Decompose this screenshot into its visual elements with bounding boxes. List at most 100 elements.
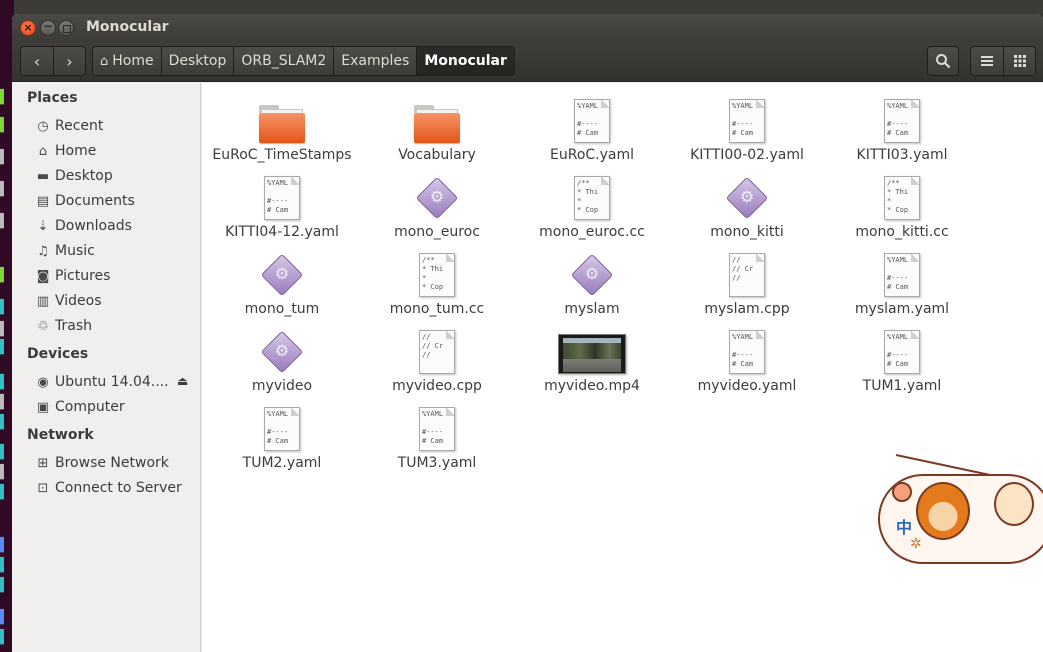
terminal-text-fragment: ▌ (0, 610, 8, 625)
minimize-window-button[interactable]: − (40, 20, 56, 36)
back-button[interactable]: ‹ (21, 47, 53, 75)
list-view-button[interactable] (971, 47, 1003, 75)
terminal-text-fragment: ▌ (0, 90, 8, 105)
sidebar-item-label: Videos (55, 293, 102, 309)
file-item[interactable]: %YAML #---- # Cam TUM3.yaml (362, 403, 512, 471)
yaml-file-icon: %YAML #---- # Cam (574, 99, 610, 143)
file-item[interactable]: ⚙ myvideo (207, 326, 357, 394)
sidebar-item-pictures[interactable]: ◙ Pictures (35, 265, 111, 287)
file-item[interactable]: %YAML #---- # Cam myslam.yaml (827, 249, 977, 317)
file-item[interactable]: %YAML #---- # Cam EuRoC.yaml (517, 95, 667, 163)
close-window-button[interactable]: × (20, 20, 36, 36)
file-item[interactable]: // // Cr // myvideo.cpp (362, 326, 512, 394)
terminal-text-fragment: ▌ (0, 465, 8, 480)
title-bar: × − Monocular (12, 14, 1043, 42)
computer-icon: ▣ (36, 399, 50, 415)
sidebar-item-ubuntu-disk[interactable]: ◉ Ubuntu 14.04.... (35, 371, 169, 393)
terminal-text-fragment: ▌ (0, 578, 8, 593)
network-heading: Network (27, 427, 94, 443)
terminal-text-fragment: ▌ (0, 322, 8, 337)
sidebar-item-trash[interactable]: ♲ Trash (35, 315, 92, 337)
sidebar-item-label: Downloads (55, 218, 132, 234)
file-name: TUM3.yaml (397, 455, 477, 471)
sun-icon: ✲ (910, 536, 922, 552)
breadcrumb-label: Home (112, 53, 154, 69)
sidebar-item-computer[interactable]: ▣ Computer (35, 396, 125, 418)
places-heading: Places (27, 90, 78, 106)
file-item[interactable]: %YAML #---- # Cam KITTI00-02.yaml (672, 95, 822, 163)
breadcrumb-desktop[interactable]: Desktop (160, 47, 234, 75)
file-item[interactable]: ⚙ mono_tum (207, 249, 357, 317)
breadcrumb-examples[interactable]: Examples (333, 47, 417, 75)
eject-icon[interactable]: ⏏ (177, 374, 188, 388)
sidebar-item-home[interactable]: ⌂ Home (35, 140, 96, 162)
back-arrow-icon: ‹ (33, 51, 41, 71)
source-file-icon: // // Cr // (419, 330, 455, 374)
sidebar-item-music[interactable]: ♫ Music (35, 240, 95, 262)
file-item[interactable]: Vocabulary (362, 95, 512, 163)
file-name: mono_euroc.cc (539, 224, 645, 240)
search-button[interactable] (927, 46, 959, 76)
camera-icon: ◙ (36, 268, 50, 284)
forward-arrow-icon: › (66, 51, 73, 71)
terminal-text-fragment: ▌ (0, 445, 8, 460)
forward-button[interactable]: › (53, 47, 85, 75)
file-item[interactable]: ⚙ myslam (517, 249, 667, 317)
folder-icon (259, 105, 305, 143)
file-item[interactable]: /** * Thi * * Cop mono_kitti.cc (827, 172, 977, 240)
sidebar: Places ◷ Recent ⌂ Home ▬ Desktop ▤ Documents… (12, 83, 201, 652)
maximize-window-button[interactable] (58, 20, 74, 36)
folder-icon (414, 105, 460, 143)
sidebar-item-connect-server[interactable]: ⊡ Connect to Server (35, 477, 182, 499)
sidebar-item-documents[interactable]: ▤ Documents (35, 190, 135, 212)
file-item[interactable]: %YAML #---- # Cam myvideo.yaml (672, 326, 822, 394)
file-item[interactable]: %YAML #---- # Cam TUM2.yaml (207, 403, 357, 471)
breadcrumb-home[interactable]: ⌂ Home (93, 47, 161, 75)
sidebar-item-label: Trash (55, 318, 92, 334)
file-name: mono_tum (244, 301, 320, 317)
clock-icon: ◷ (37, 118, 49, 134)
sidebar-item-videos[interactable]: ▥ Videos (35, 290, 102, 312)
file-name: myvideo.mp4 (544, 378, 640, 394)
sidebar-item-label: Ubuntu 14.04.... (55, 374, 169, 390)
file-name: myslam.yaml (854, 301, 950, 317)
source-file-icon: /** * Thi * * Cop (574, 176, 610, 220)
file-item[interactable]: myvideo.mp4 (517, 326, 667, 394)
source-file-icon: /** * Thi * * Cop (884, 176, 920, 220)
breadcrumb-monocular[interactable]: Monocular (416, 47, 514, 75)
file-item[interactable]: /** * Thi * * Cop mono_tum.cc (362, 249, 512, 317)
file-item[interactable]: /** * Thi * * Cop mono_euroc.cc (517, 172, 667, 240)
grid-view-button[interactable] (1003, 47, 1035, 75)
terminal-text-fragment: ▌ (0, 150, 8, 165)
devices-heading: Devices (27, 346, 89, 362)
sidebar-item-browse-network[interactable]: ⊞ Browse Network (35, 452, 169, 474)
file-item[interactable]: ⚙ mono_kitti (672, 172, 822, 240)
terminal-text-fragment: ▌ (0, 558, 8, 573)
breadcrumb-label: Examples (341, 53, 410, 69)
terminal-text-fragment: ▌ (0, 375, 8, 390)
sidebar-item-label: Connect to Server (55, 480, 182, 496)
executable-icon: ⚙ (260, 253, 304, 297)
breadcrumb: ⌂ Home Desktop ORB_SLAM2 Examples Monocul… (92, 46, 515, 76)
terminal-text-fragment: ▌ (0, 214, 8, 229)
terminal-text-fragment: ▌ (0, 300, 8, 315)
terminal-text-fragment: ▌ (0, 415, 8, 430)
source-file-icon: /** * Thi * * Cop (419, 253, 455, 297)
sidebar-item-recent[interactable]: ◷ Recent (35, 115, 103, 137)
sidebar-item-desktop[interactable]: ▬ Desktop (35, 165, 113, 187)
file-item[interactable]: ⚙ mono_euroc (362, 172, 512, 240)
file-item[interactable]: %YAML #---- # Cam KITTI04-12.yaml (207, 172, 357, 240)
trash-icon: ♲ (37, 318, 49, 334)
file-item[interactable]: %YAML #---- # Cam KITTI03.yaml (827, 95, 977, 163)
file-name: mono_tum.cc (389, 301, 485, 317)
sidebar-item-label: Desktop (55, 168, 113, 184)
file-item[interactable]: %YAML #---- # Cam TUM1.yaml (827, 326, 977, 394)
file-item[interactable]: // // Cr // myslam.cpp (672, 249, 822, 317)
breadcrumb-orb-slam2[interactable]: ORB_SLAM2 (233, 47, 334, 75)
file-item[interactable]: EuRoC_TimeStamps (207, 95, 357, 163)
sidebar-item-downloads[interactable]: ⇣ Downloads (35, 215, 132, 237)
file-name: mono_kitti (710, 224, 784, 240)
file-name: mono_kitti.cc (855, 224, 949, 240)
terminal-text-fragment: ▌ (0, 118, 8, 133)
file-name: myslam.cpp (704, 301, 790, 317)
